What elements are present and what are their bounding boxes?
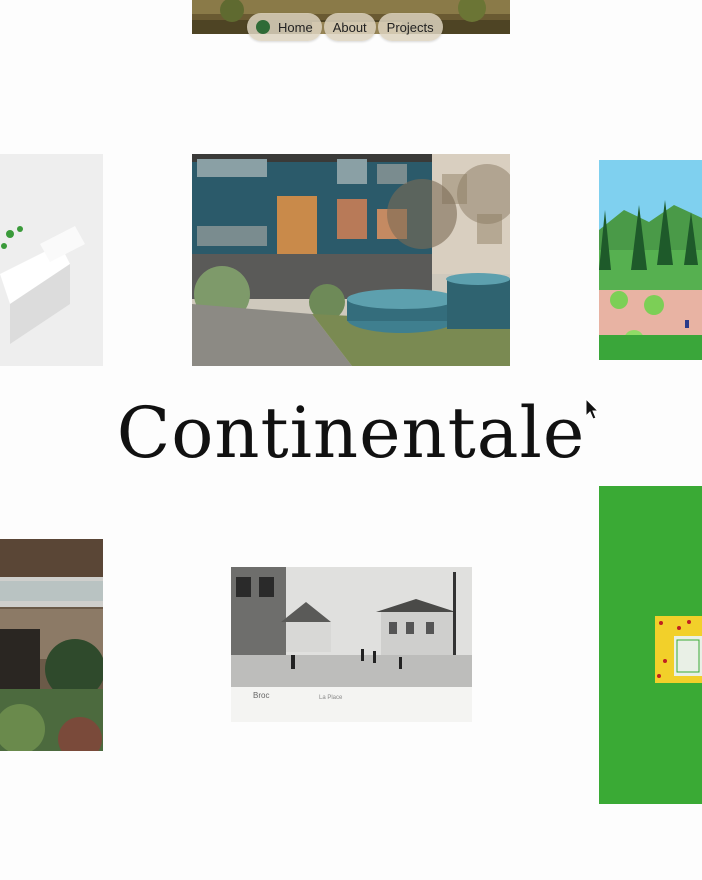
postcard-place-label: Broc [253,691,270,700]
architectural-model-thumbnail[interactable] [0,154,103,366]
main-nav: Home About Projects [247,13,443,41]
green-dot-icon [256,20,270,34]
nav-about-label: About [332,19,367,35]
building-garden-thumbnail[interactable] [0,539,103,751]
historic-postcard-thumbnail[interactable]: Broc La Place [231,567,472,722]
nav-projects-label: Projects [386,19,434,35]
nav-home-button[interactable]: Home [247,13,322,41]
courtyard-photo-thumbnail[interactable] [192,154,510,366]
mouse-cursor-icon [585,398,599,420]
park-illustration-thumbnail[interactable] [599,160,702,360]
postcard-caption-label: La Place [319,695,343,701]
nav-home-label: Home [278,19,313,35]
nav-about-button[interactable]: About [323,13,376,41]
nav-projects-button[interactable]: Projects [377,13,443,41]
site-plan-thumbnail[interactable] [599,486,702,804]
